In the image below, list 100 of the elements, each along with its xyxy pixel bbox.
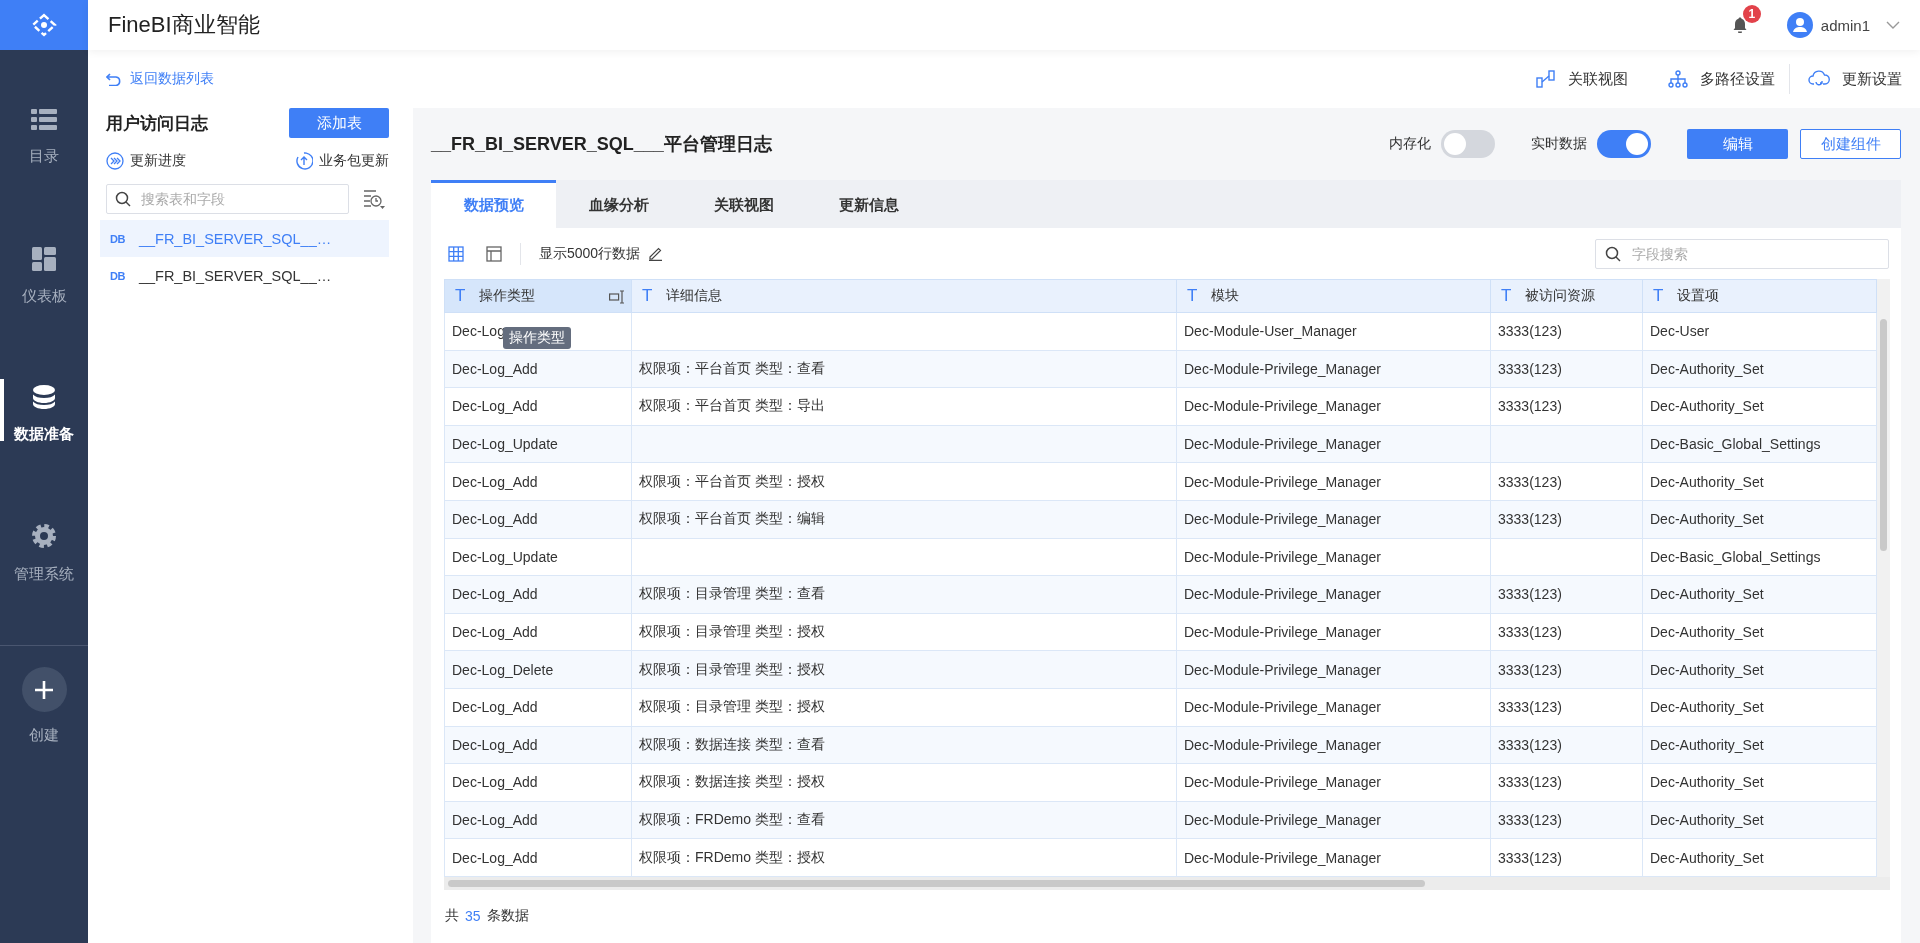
table-cell: 3333(123) xyxy=(1491,576,1643,614)
chevron-down-icon xyxy=(1886,21,1900,29)
bell-icon[interactable] xyxy=(1732,17,1747,33)
toggle-switch[interactable] xyxy=(1441,130,1495,158)
table-cell: 权限项：目录管理 类型：授权 xyxy=(632,613,1177,652)
table-cell: Dec-Basic_Global_Settings xyxy=(1643,425,1877,464)
tab[interactable]: 血缘分析 xyxy=(556,180,681,228)
layout-view-icon[interactable] xyxy=(486,245,502,262)
table-cell: 权限项：FRDemo 类型：授权 xyxy=(632,839,1177,877)
table-cell: 3333(123) xyxy=(1491,613,1643,652)
panel-action[interactable]: 更新进度 xyxy=(106,152,186,170)
table-cell: Dec-Module-Privilege_Manager xyxy=(1177,463,1491,501)
table-cell: 3333(123) xyxy=(1491,726,1643,765)
user-menu[interactable]: admin1 xyxy=(1786,12,1900,38)
table-cell: 权限项：平台首页 类型：查看 xyxy=(632,350,1177,389)
column-header[interactable]: T 模块 xyxy=(1177,279,1491,313)
field-type-label: T xyxy=(1501,286,1512,306)
table-cell: Dec-Log_Add xyxy=(444,500,632,539)
panel-action[interactable]: 业务包更新 xyxy=(295,152,389,170)
table-cell: Dec-User xyxy=(1643,313,1877,351)
table-cell: Dec-Module-Privilege_Manager xyxy=(1177,425,1491,464)
create-button[interactable] xyxy=(21,667,67,712)
column-title: 详细信息 xyxy=(666,287,723,305)
vertical-scrollbar[interactable] xyxy=(1877,279,1890,877)
table-cell: Dec-Log_Add xyxy=(444,764,632,802)
table-cell: Dec-Authority_Set xyxy=(1643,726,1877,765)
table-cell: 3333(123) xyxy=(1491,688,1643,727)
table-cell: Dec-Authority_Set xyxy=(1643,613,1877,652)
toolbar-action[interactable]: 多路径设置 xyxy=(1628,69,1775,89)
gear-icon xyxy=(31,523,57,549)
relation-icon xyxy=(1536,70,1556,88)
table-cell: 权限项：平台首页 类型：导出 xyxy=(632,388,1177,426)
fast-forward-icon xyxy=(106,152,124,170)
upload-icon xyxy=(295,152,313,170)
field-search[interactable]: 字段搜索 xyxy=(1595,238,1889,269)
toolbar-action[interactable]: 关联视图 xyxy=(1496,69,1628,89)
field-type-label: T xyxy=(1653,286,1664,306)
tab[interactable]: 更新信息 xyxy=(806,180,931,228)
logo-icon[interactable] xyxy=(31,13,57,37)
table-cell: Dec-Authority_Set xyxy=(1643,463,1877,501)
table-cell: Dec-Module-Privilege_Manager xyxy=(1177,388,1491,426)
table-cell: Dec-Log_Delete xyxy=(444,651,632,689)
column-header[interactable]: T 被访问资源 xyxy=(1491,279,1643,313)
table-cell: Dec-Module-Privilege_Manager xyxy=(1177,350,1491,389)
column-resize-icon[interactable] xyxy=(609,290,625,304)
table-cell: Dec-Module-Privilege_Manager xyxy=(1177,538,1491,577)
column-title: 模块 xyxy=(1211,287,1240,305)
table-cell: Dec-Module-Privilege_Manager xyxy=(1177,500,1491,539)
tab[interactable]: 关联视图 xyxy=(681,180,806,228)
table-cell: Dec-Authority_Set xyxy=(1643,500,1877,539)
hierarchy-icon xyxy=(1668,70,1688,88)
table-cell: Dec-Log_Add xyxy=(444,839,632,877)
table-cell: Dec-Authority_Set xyxy=(1643,576,1877,614)
column-header[interactable]: T 操作类型 xyxy=(444,279,632,313)
sidebar-item[interactable]: 仪表板 xyxy=(0,247,88,385)
table-cell: Dec-Authority_Set xyxy=(1643,839,1877,877)
column-title: 操作类型 xyxy=(479,287,536,305)
search-field[interactable]: 搜索表和字段 xyxy=(106,184,349,214)
database-icon xyxy=(32,385,56,409)
table-cell: Dec-Authority_Set xyxy=(1643,764,1877,802)
toggle-switch[interactable] xyxy=(1597,130,1651,158)
edit-button[interactable]: 编辑 xyxy=(1687,129,1788,159)
create-component-button[interactable]: 创建组件 xyxy=(1800,129,1901,159)
table-cell: 3333(123) xyxy=(1491,801,1643,840)
grid-view-icon[interactable] xyxy=(448,245,464,262)
table-cell: Dec-Log_Add xyxy=(444,726,632,765)
column-header[interactable]: T 设置项 xyxy=(1643,279,1877,313)
list-icon xyxy=(31,109,57,131)
table-cell: 3333(123) xyxy=(1491,839,1643,877)
table-cell: Dec-Log_Add xyxy=(444,576,632,614)
filter-clock-icon[interactable] xyxy=(363,189,385,209)
add-table-button[interactable]: 添加表 xyxy=(289,108,389,138)
table-cell: Dec-Module-Privilege_Manager xyxy=(1177,839,1491,877)
plus-icon xyxy=(34,679,54,700)
column-title: 被访问资源 xyxy=(1525,287,1596,305)
table-cell: Dec-Module-Privilege_Manager xyxy=(1177,613,1491,652)
table-cell: Dec-Module-Privilege_Manager xyxy=(1177,764,1491,802)
table-cell: Dec-Log_Add xyxy=(444,613,632,652)
table-cell: Dec-Module-Privilege_Manager xyxy=(1177,726,1491,765)
table-cell: 权限项：平台首页 类型：授权 xyxy=(632,463,1177,501)
field-type-label: T xyxy=(642,286,653,306)
table-cell: Dec-Log_Add xyxy=(444,688,632,727)
db-label: DB xyxy=(110,269,125,282)
tooltip: 操作类型 xyxy=(503,327,571,349)
table-cell: Dec-Log_Update xyxy=(444,538,632,577)
table-cell: 3333(123) xyxy=(1491,388,1643,426)
back-link[interactable]: 返回数据列表 xyxy=(100,50,220,108)
row-limit-button[interactable]: 显示5000行数据 xyxy=(539,244,664,263)
sidebar-item[interactable]: 管理系统 xyxy=(0,523,88,661)
table-cell: Dec-Module-Privilege_Manager xyxy=(1177,576,1491,614)
search-icon xyxy=(1605,245,1621,262)
table-list-item[interactable]: DB __FR_BI_SERVER_SQL__… xyxy=(100,257,389,294)
return-icon xyxy=(106,72,122,86)
tab[interactable]: 数据预览 xyxy=(431,180,556,228)
toggle-label: 内存化 xyxy=(1389,135,1431,153)
column-header[interactable]: T 详细信息 xyxy=(632,279,1177,313)
table-cell: 权限项：目录管理 类型：授权 xyxy=(632,651,1177,689)
table-cell: Dec-Log_Add xyxy=(444,801,632,840)
sidebar-item[interactable]: 目录 xyxy=(0,109,88,247)
table-cell: Dec-Authority_Set xyxy=(1643,388,1877,426)
